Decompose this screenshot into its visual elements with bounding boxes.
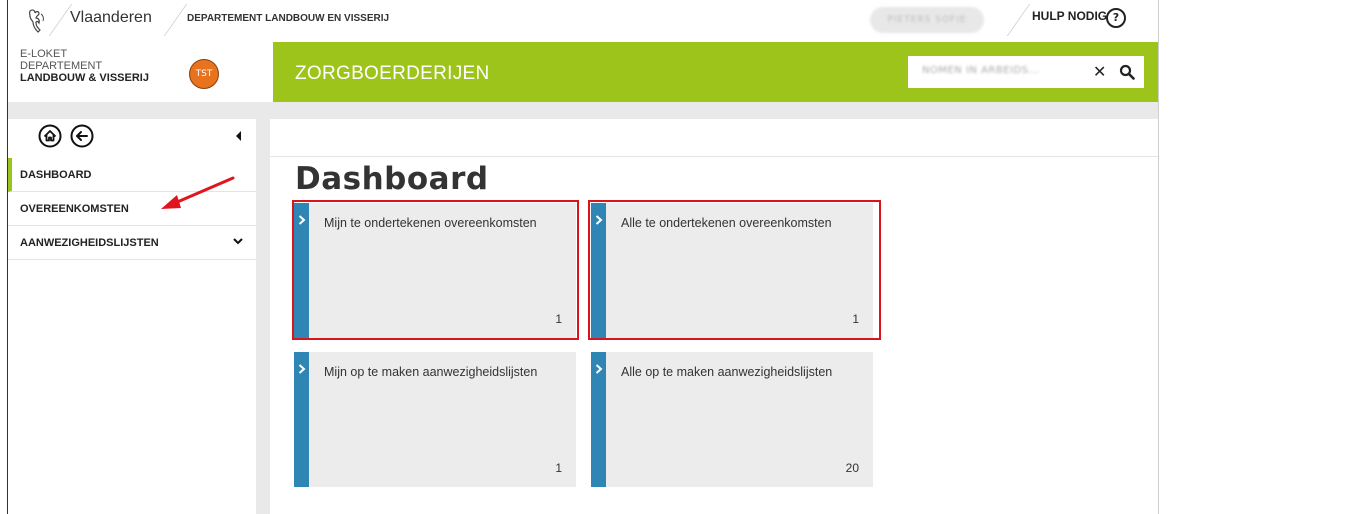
organisation-search-field[interactable]: NOMEN IN ARBEIDS... ✕ (908, 56, 1144, 88)
tile-mijn-aanwezigheidslijsten[interactable]: Mijn op te maken aanwezigheidslijsten 1 (294, 352, 576, 487)
tile-alle-aanwezigheidslijsten[interactable]: Alle op te maken aanwezigheidslijsten 20 (591, 352, 873, 487)
tile-label: Alle op te maken aanwezigheidslijsten (621, 365, 833, 379)
tile-count: 20 (845, 461, 859, 475)
main-top-strip (270, 102, 1158, 119)
page-title: Dashboard (295, 161, 489, 197)
red-arrow-annotation (161, 176, 235, 209)
help-icon[interactable]: ? (1106, 8, 1126, 28)
search-value[interactable]: NOMEN IN ARBEIDS... (922, 65, 1040, 76)
eloket-panel-wedge (243, 42, 273, 102)
tile-count: 1 (555, 461, 562, 475)
sidebar-item-label: OVEREENKOMSTEN (20, 203, 129, 215)
eloket-department-label: DEPARTEMENT (20, 60, 103, 72)
back-arrow-icon[interactable] (70, 124, 94, 148)
search-icon[interactable] (1119, 64, 1135, 80)
brand-name-link[interactable]: Vlaanderen (70, 9, 152, 27)
department-separator (163, 4, 188, 36)
home-icon[interactable] (38, 124, 62, 148)
chevron-right-icon (298, 364, 306, 374)
sidebar-item-aanwezigheidslijsten[interactable]: AANWEZIGHEIDSLIJSTEN (8, 226, 256, 260)
main-subheader (270, 119, 1158, 157)
vlaanderen-lion-logo[interactable] (26, 8, 48, 34)
sidebar-item-label: DASHBOARD (20, 169, 92, 181)
help-separator (1006, 4, 1031, 36)
sidebar-top-strip (8, 102, 256, 119)
sidebar-item-label: AANWEZIGHEIDSLIJSTEN (20, 237, 159, 249)
eloket-label: E-LOKET (20, 48, 68, 60)
app-title: ZORGBOERDERIJEN (295, 63, 490, 84)
eloket-department-name: LANDBOUW & VISSERIJ (20, 72, 149, 84)
top-bar: Vlaanderen DEPARTEMENT LANDBOUW EN VISSE… (8, 0, 1158, 42)
highlight-annotation (292, 200, 579, 340)
collapse-sidebar-icon[interactable] (236, 131, 241, 141)
highlight-annotation (588, 200, 881, 340)
user-avatar[interactable]: TST (189, 59, 219, 89)
chevron-down-icon[interactable] (233, 236, 243, 246)
department-link[interactable]: DEPARTEMENT LANDBOUW EN VISSERIJ (187, 13, 389, 24)
tile-label: Mijn op te maken aanwezigheidslijsten (324, 365, 538, 379)
chevron-right-icon (595, 364, 603, 374)
help-link[interactable]: HULP NODIG (1032, 9, 1107, 23)
brand-separator (48, 4, 73, 36)
user-profile-button[interactable]: PIETERS SOFIE (870, 7, 984, 33)
clear-icon[interactable]: ✕ (1093, 62, 1106, 81)
sidebar-divider (256, 102, 270, 514)
app-frame: Vlaanderen DEPARTEMENT LANDBOUW EN VISSE… (7, 0, 1159, 514)
